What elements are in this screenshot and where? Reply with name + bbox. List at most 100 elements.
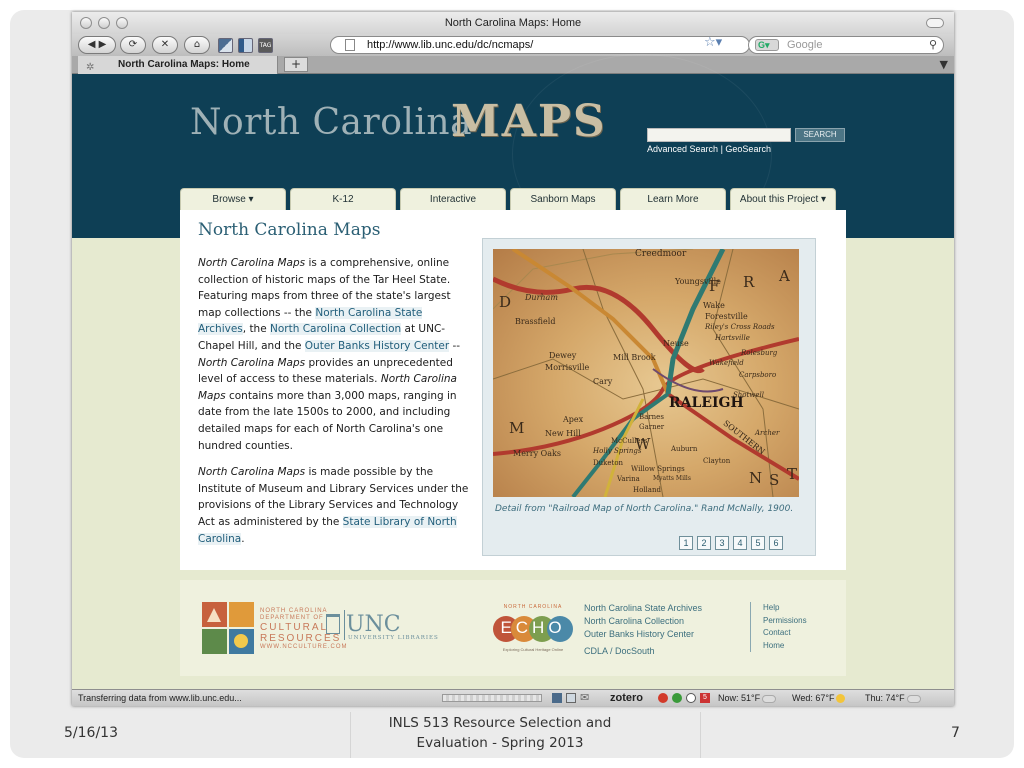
zoom-window-button[interactable]	[116, 17, 128, 29]
search-icon[interactable]: ⚲	[929, 37, 937, 53]
page-1-button[interactable]: 1	[679, 536, 693, 550]
footer-link-outer-banks[interactable]: Outer Banks History Center	[584, 628, 702, 641]
title-italic: North Carolina Maps	[198, 356, 306, 369]
slide-date: 5/16/13	[64, 725, 118, 741]
page-icon	[345, 39, 355, 51]
mail-icon[interactable]: ✉	[580, 690, 589, 706]
home-button[interactable]: ⌂	[184, 36, 210, 54]
weather-wed[interactable]: Wed: 67°F	[792, 690, 847, 706]
tab-k12[interactable]: K-12	[290, 188, 396, 212]
google-icon[interactable]: G▾	[755, 39, 779, 51]
tab-learn-more[interactable]: Learn More	[620, 188, 726, 212]
calendar-icon[interactable]: 5	[700, 693, 710, 703]
tab-about[interactable]: About this Project ▾	[730, 188, 836, 212]
tab-title: North Carolina Maps: Home	[118, 59, 250, 70]
footer-link-archives[interactable]: North Carolina State Archives	[584, 602, 702, 615]
forward-icon: ▶	[98, 39, 107, 50]
map-label: Wake	[703, 301, 725, 310]
footer-link-home[interactable]: Home	[763, 640, 807, 653]
map-label: Barnes	[639, 413, 664, 421]
ncdcr-logo-icon[interactable]	[202, 602, 254, 654]
course-line-2: Evaluation - Spring 2013	[416, 735, 584, 751]
link-nc-collection[interactable]: North Carolina Collection	[270, 323, 402, 336]
zotero-button[interactable]: zotero	[610, 690, 643, 706]
slide-page-number: 7	[951, 725, 960, 741]
site-search-button[interactable]: SEARCH	[795, 128, 845, 142]
echo-subtitle: Exploring Cultural Heritage Online	[502, 647, 564, 652]
bookmark-icon[interactable]	[218, 38, 233, 53]
page-5-button[interactable]: 5	[751, 536, 765, 550]
map-label: Merry Oaks	[513, 449, 561, 458]
toolbar-toggle-button[interactable]	[926, 18, 944, 28]
footer-link-cdla[interactable]: CDLA / DocSouth	[584, 645, 702, 658]
map-label: Forestville	[705, 312, 748, 321]
clock-icon[interactable]	[686, 693, 696, 703]
close-window-button[interactable]	[80, 17, 92, 29]
partly-cloudy-icon	[762, 694, 777, 703]
tab-ncmaps[interactable]: ✲ North Carolina Maps: Home	[78, 56, 278, 74]
funding-paragraph: North Carolina Maps is made possible by …	[198, 464, 470, 547]
unc-logo[interactable]: UNC	[346, 612, 401, 637]
weather-now-text: Now: 51°F	[718, 693, 761, 703]
sidebar-icon[interactable]	[238, 38, 253, 53]
unc-column-icon	[326, 614, 340, 634]
page-6-button[interactable]: 6	[769, 536, 783, 550]
page-2-button[interactable]: 2	[697, 536, 711, 550]
footer-link-contact[interactable]: Contact	[763, 627, 807, 640]
site-search-input[interactable]	[647, 128, 791, 142]
blocker-icon[interactable]	[658, 693, 668, 703]
browser-toolbar: ◀ ▶ ⟳ ✕ ⌂ TAG http://www.lib.unc.edu/dc/…	[72, 34, 954, 56]
page-4-button[interactable]: 4	[733, 536, 747, 550]
railroad-map-image[interactable]: Creedmoor Youngsville Wake Forestville R…	[493, 249, 799, 497]
page-3-button[interactable]: 3	[715, 536, 729, 550]
search-placeholder: Google	[787, 39, 823, 51]
stop-button[interactable]: ✕	[152, 36, 178, 54]
map-letter: F	[709, 277, 720, 295]
text-run: .	[241, 532, 245, 545]
weather-thu[interactable]: Thu: 74°F	[865, 690, 923, 706]
help-links: Help Permissions Contact Home	[750, 602, 807, 652]
advanced-search-link[interactable]: Advanced Search	[647, 144, 718, 154]
status-ok-icon[interactable]	[672, 693, 682, 703]
back-forward-button[interactable]: ◀ ▶	[78, 36, 116, 54]
map-letter: R	[743, 273, 755, 291]
tab-interactive[interactable]: Interactive	[400, 188, 506, 212]
reload-button[interactable]: ⟳	[120, 36, 146, 54]
stop-icon: ✕	[160, 39, 170, 50]
map-label: Willow Springs	[631, 465, 685, 473]
map-label: Neuse	[663, 339, 689, 348]
echo-logo[interactable]: NORTH CAROLINA ECHO Exploring Cultural H…	[492, 604, 574, 654]
tab-sanborn-maps[interactable]: Sanborn Maps	[510, 188, 616, 212]
geosearch-link[interactable]: GeoSearch	[725, 144, 771, 154]
addon-icon[interactable]	[552, 693, 562, 703]
weather-now[interactable]: Now: 51°F	[718, 690, 778, 706]
grid-icon[interactable]	[566, 693, 576, 703]
map-letter: T	[787, 465, 798, 483]
link-outer-banks[interactable]: Outer Banks History Center	[304, 339, 450, 352]
intro-paragraph: North Carolina Maps is a comprehensive, …	[198, 255, 470, 454]
echo-top-text: NORTH CAROLINA	[503, 604, 563, 610]
site-logo-maps[interactable]: MAPS	[451, 96, 607, 147]
tab-browse[interactable]: Browse ▾	[180, 188, 286, 212]
footer-link-permissions[interactable]: Permissions	[763, 615, 807, 628]
star-icon[interactable]: ☆▾	[704, 35, 722, 50]
tag-icon[interactable]: TAG	[258, 38, 273, 53]
footer-link-help[interactable]: Help	[763, 602, 807, 615]
map-label: Riley's Cross Roads	[705, 323, 775, 331]
sunny-icon	[836, 694, 846, 704]
text-run: contains more than 3,000 maps, ranging i…	[198, 389, 457, 452]
minimize-window-button[interactable]	[98, 17, 110, 29]
unc-divider	[344, 610, 345, 640]
weather-wed-text: Wed: 67°F	[792, 693, 835, 703]
map-label: Rolesburg	[741, 349, 778, 357]
footer-link-collection[interactable]: North Carolina Collection	[584, 615, 702, 628]
map-label: Duketon	[593, 459, 624, 467]
map-caption: Detail from "Railroad Map of North Carol…	[495, 504, 794, 514]
search-input[interactable]: G▾ Google ⚲	[748, 36, 944, 54]
url-bar[interactable]: http://www.lib.unc.edu/dc/ncmaps/	[330, 36, 750, 54]
new-tab-button[interactable]: +	[284, 57, 308, 72]
main-content: North Carolina Maps North Carolina Maps …	[180, 210, 846, 570]
main-nav: Browse ▾ K-12 Interactive Sanborn Maps L…	[180, 188, 836, 212]
site-logo[interactable]: North Carolina	[190, 102, 472, 143]
cart-icon[interactable]: ▼	[940, 58, 948, 71]
